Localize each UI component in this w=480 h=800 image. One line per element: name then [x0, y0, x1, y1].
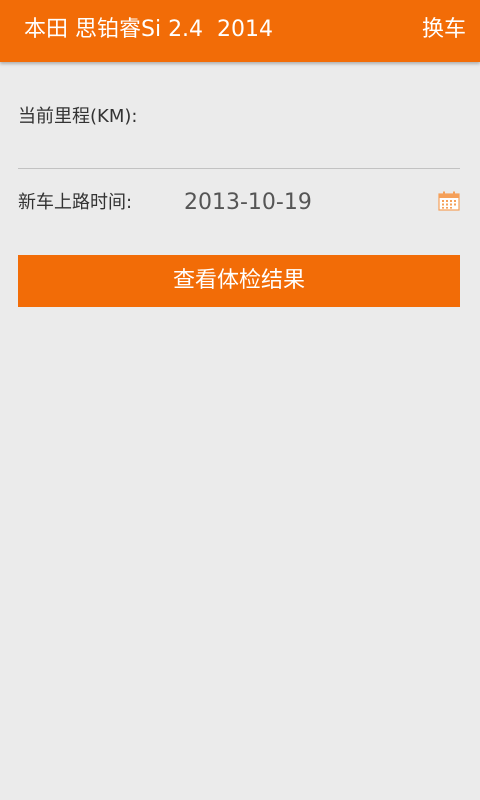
registration-date-label: 新车上路时间:	[18, 192, 133, 213]
registration-date-value[interactable]: 2013-10-19	[184, 188, 312, 218]
view-check-results-button[interactable]: 查看体检结果	[18, 255, 460, 307]
calendar-icon[interactable]	[438, 191, 460, 211]
mileage-label: 当前里程(KM):	[18, 106, 138, 127]
switch-car-button[interactable]: 换车	[422, 14, 466, 46]
page-title: 本田 思铂睿Si 2.4 2014	[24, 17, 274, 42]
app-header: 本田 思铂睿Si 2.4 2014 换车	[0, 0, 480, 62]
mileage-input[interactable]	[18, 132, 460, 169]
